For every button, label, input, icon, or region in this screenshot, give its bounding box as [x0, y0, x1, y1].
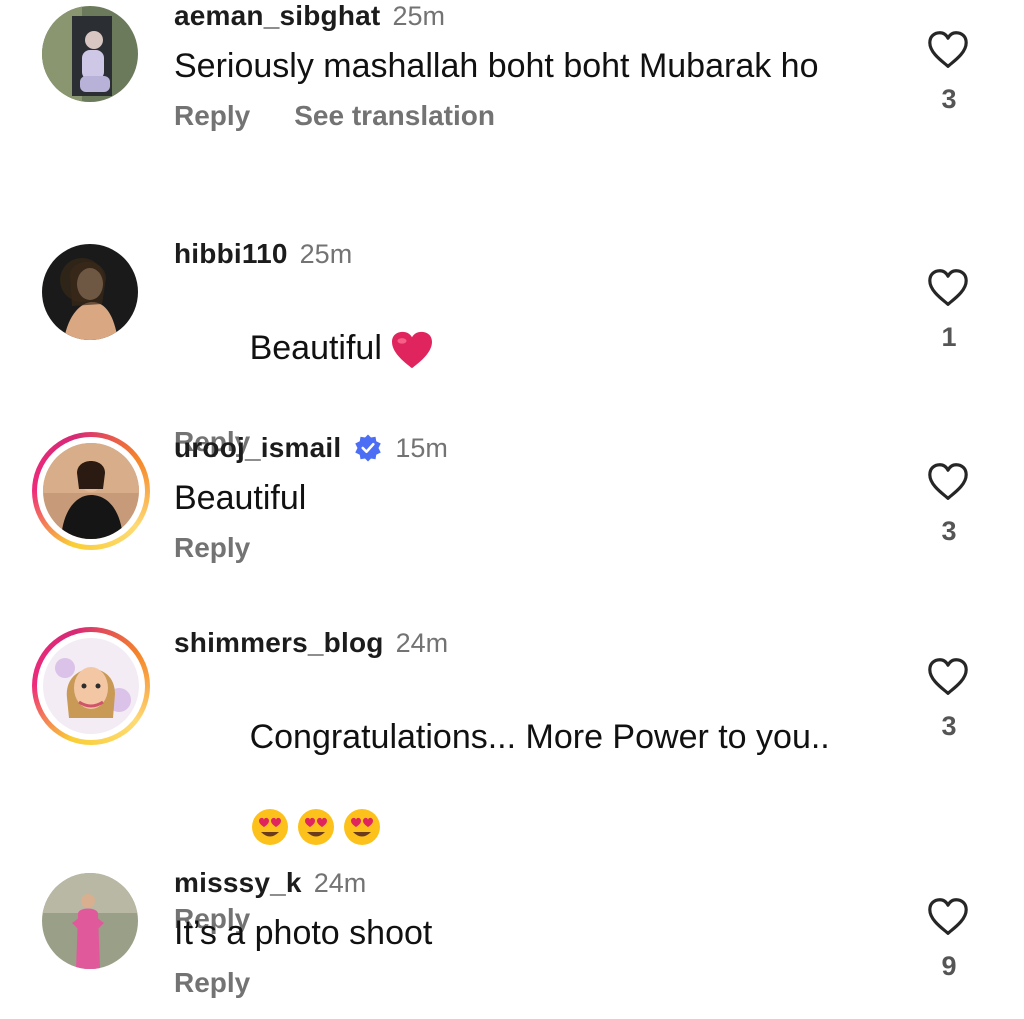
avatar[interactable] [42, 6, 138, 102]
username[interactable]: misssy_k [174, 867, 302, 899]
avatar[interactable] [42, 873, 138, 969]
like-control: 1 [926, 268, 972, 353]
like-count: 3 [941, 711, 957, 741]
comment-text: Beautiful [174, 479, 307, 517]
username[interactable]: urooj_ismail [174, 432, 341, 464]
red-heart-emoji-icon [391, 331, 432, 369]
comment-text: Congratulations... More Power to you.. [174, 671, 864, 891]
like-control: 3 [926, 30, 972, 115]
username[interactable]: shimmers_blog [174, 627, 384, 659]
user-photo-avatar-icon [42, 6, 138, 102]
reply-button[interactable]: Reply [174, 532, 250, 564]
like-control: 9 [926, 897, 972, 982]
user-photo-avatar-icon [42, 244, 138, 340]
heart-eyes-emoji-icon [251, 809, 288, 846]
like-count: 1 [941, 322, 957, 352]
timestamp: 25m [299, 238, 353, 269]
reply-button[interactable]: Reply [174, 967, 250, 999]
timestamp: 24m [313, 867, 367, 898]
story-ring-avatar[interactable] [32, 627, 150, 745]
like-count: 3 [941, 84, 957, 114]
see-translation-button[interactable]: See translation [294, 100, 495, 132]
username[interactable]: aeman_sibghat [174, 0, 380, 32]
heart-icon[interactable] [926, 657, 970, 697]
heart-icon[interactable] [926, 30, 970, 70]
timestamp: 24m [395, 627, 449, 658]
timestamp: 25m [392, 0, 445, 31]
comment-text: Beautiful [174, 282, 874, 414]
like-control: 3 [926, 657, 972, 742]
user-photo-avatar-icon [42, 873, 138, 969]
verified-badge-icon [355, 434, 382, 462]
timestamp: 15m [395, 432, 448, 463]
comment-text: It’s a photo shoot [174, 914, 433, 952]
heart-eyes-emoji-icon [297, 809, 334, 846]
comments-list: aeman_sibghat 25m Seriously mashallah bo… [0, 0, 1024, 1019]
user-photo-avatar-icon [43, 638, 139, 734]
reply-button[interactable]: Reply [174, 100, 250, 132]
like-count: 9 [941, 951, 957, 981]
comment-text-content: Congratulations... More Power to you.. [249, 718, 830, 756]
heart-icon[interactable] [926, 462, 970, 502]
heart-eyes-emoji-icon [343, 809, 380, 846]
comment-text: Seriously mashallah boht boht Mubarak ho [174, 47, 819, 85]
like-count: 3 [941, 516, 957, 546]
avatar[interactable] [42, 244, 138, 340]
username[interactable]: hibbi110 [174, 238, 288, 270]
heart-icon[interactable] [926, 268, 970, 308]
heart-icon[interactable] [926, 897, 970, 937]
story-ring-avatar[interactable] [32, 432, 150, 550]
like-control: 3 [926, 462, 972, 547]
user-photo-avatar-icon [43, 443, 139, 539]
comment-text-content: Beautiful [249, 329, 382, 367]
